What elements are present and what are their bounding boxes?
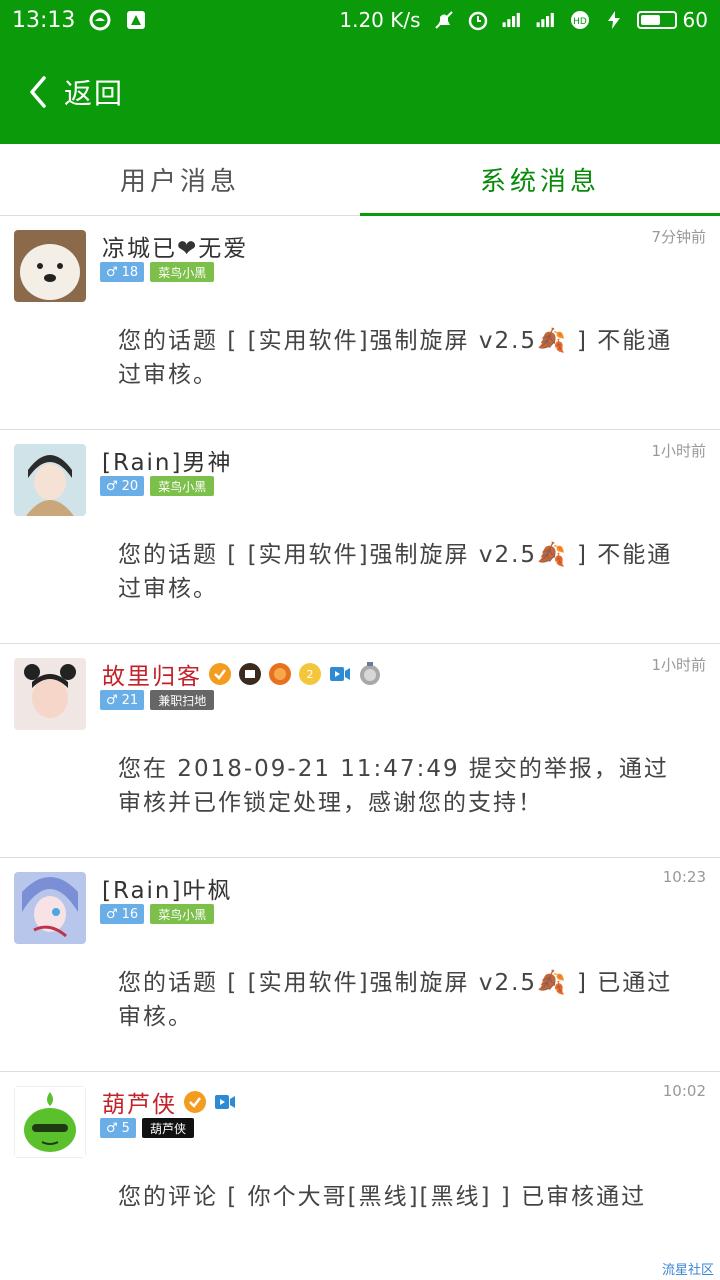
gender-level-badge: ♂ 16 xyxy=(100,904,145,924)
sync-icon xyxy=(89,9,111,31)
hd-icon: HD xyxy=(570,11,589,29)
signal-4g-icon xyxy=(502,12,520,28)
male-icon: ♂ xyxy=(106,692,118,708)
clock: 13:13 xyxy=(12,7,76,33)
video-icon xyxy=(215,1095,235,1109)
avatar[interactable] xyxy=(14,230,86,302)
gender-level-badge: ♂ 5 xyxy=(100,1118,136,1138)
user-level: 5 xyxy=(121,1120,130,1136)
user-level: 20 xyxy=(121,478,139,494)
app-bar: 返回 xyxy=(0,40,720,144)
back-label: 返回 xyxy=(64,77,125,110)
tab-bar: 用户消息 系统消息 xyxy=(0,144,720,216)
verified-icon xyxy=(209,663,231,685)
user-level: 21 xyxy=(121,692,139,708)
user-name[interactable]: [Rain]男神 xyxy=(102,443,232,477)
rank-badge-icon xyxy=(269,663,291,685)
user-level: 16 xyxy=(121,906,139,922)
gender-level-badge: ♂ 20 xyxy=(100,476,145,496)
signal-3g-icon xyxy=(536,12,554,28)
role-badge: 葫芦侠 xyxy=(141,1118,194,1138)
timestamp: 10:23 xyxy=(662,868,706,886)
male-icon: ♂ xyxy=(106,264,118,280)
role-badge: 兼职扫地 xyxy=(150,690,215,710)
avatar[interactable] xyxy=(14,658,86,730)
user-name[interactable]: [Rain]叶枫 xyxy=(102,871,232,905)
timestamp: 7分钟前 xyxy=(651,228,706,246)
user-level: 18 xyxy=(121,264,139,280)
user-name[interactable]: 故里归客 xyxy=(102,657,202,691)
list-item[interactable]: [Rain]男神 1小时前 ♂ 20 菜鸟小黑 您的话题 [ [实用软件]强制旋… xyxy=(0,430,720,644)
gender-level-badge: ♂ 18 xyxy=(100,262,145,282)
chevron-left-icon xyxy=(30,76,46,108)
gender-level-badge: ♂ 21 xyxy=(100,690,145,710)
verified-icon xyxy=(184,1091,206,1113)
battery-indicator: 60 xyxy=(636,8,708,32)
network-speed: 1.20 K/s xyxy=(339,8,421,32)
male-icon: ♂ xyxy=(106,478,118,494)
role-badge: 菜鸟小黑 xyxy=(150,904,215,924)
message-text: 您在 2018-09-21 11:47:49 提交的举报，通过审核并已作锁定处理… xyxy=(118,756,669,816)
app-notification-icon xyxy=(127,11,146,29)
message-text: 您的话题 [ [实用软件]强制旋屏 v2.5🍂 ] 已通过审核。 xyxy=(118,970,673,1030)
avatar[interactable] xyxy=(14,872,86,944)
role-badge: 菜鸟小黑 xyxy=(150,476,215,496)
svg-text:2: 2 xyxy=(307,668,314,681)
watermark: 流星社区 xyxy=(661,1263,714,1278)
silver-medal-icon xyxy=(360,662,380,685)
message-text: 您的评论 [ 你个大哥[黑线][黑线] ] 已审核通过 xyxy=(118,1184,647,1210)
level-two-icon: 2 xyxy=(299,663,321,685)
timestamp: 10:02 xyxy=(662,1082,706,1100)
message-list: 凉城已❤无爱 7分钟前 ♂ 18 菜鸟小黑 您的话题 [ [实用软件]强制旋屏 … xyxy=(0,216,720,1280)
role-badge: 菜鸟小黑 xyxy=(150,262,215,282)
back-button[interactable]: 返回 xyxy=(26,72,124,112)
svg-text:HD: HD xyxy=(573,17,587,27)
message-text: 您的话题 [ [实用软件]强制旋屏 v2.5🍂 ] 不能通过审核。 xyxy=(118,328,673,388)
list-item[interactable]: [Rain]叶枫 10:23 ♂ 16 菜鸟小黑 您的话题 [ [实用软件]强制… xyxy=(0,858,720,1072)
status-bar: 13:13 1.20 K/s HD 60 xyxy=(0,0,720,40)
tab-user-messages[interactable]: 用户消息 xyxy=(0,144,360,215)
list-item[interactable]: 葫芦侠 10:02 ♂ 5 葫芦侠 您的评论 [ 你个大哥[黑线][黑线] ] … xyxy=(0,1072,720,1280)
tab-system-messages[interactable]: 系统消息 xyxy=(360,144,720,216)
user-name[interactable]: 葫芦侠 xyxy=(102,1085,177,1119)
alarm-icon xyxy=(468,11,487,31)
video-icon xyxy=(330,667,350,681)
charging-icon xyxy=(607,11,620,29)
list-item[interactable]: 故里归客 2 1小时前 ♂ 21 兼职扫地 您在 2018-09-21 11:4… xyxy=(0,644,720,858)
timestamp: 1小时前 xyxy=(651,442,706,460)
avatar[interactable] xyxy=(14,444,86,516)
medal-icon xyxy=(239,663,261,685)
message-text: 您的话题 [ [实用软件]强制旋屏 v2.5🍂 ] 不能通过审核。 xyxy=(118,542,673,602)
avatar[interactable] xyxy=(14,1086,86,1158)
timestamp: 1小时前 xyxy=(651,656,706,674)
male-icon: ♂ xyxy=(106,906,118,922)
user-name[interactable]: 凉城已❤无爱 xyxy=(102,229,248,263)
list-item[interactable]: 凉城已❤无爱 7分钟前 ♂ 18 菜鸟小黑 您的话题 [ [实用软件]强制旋屏 … xyxy=(0,216,720,430)
mute-icon xyxy=(434,11,453,29)
male-icon: ♂ xyxy=(106,1120,118,1136)
